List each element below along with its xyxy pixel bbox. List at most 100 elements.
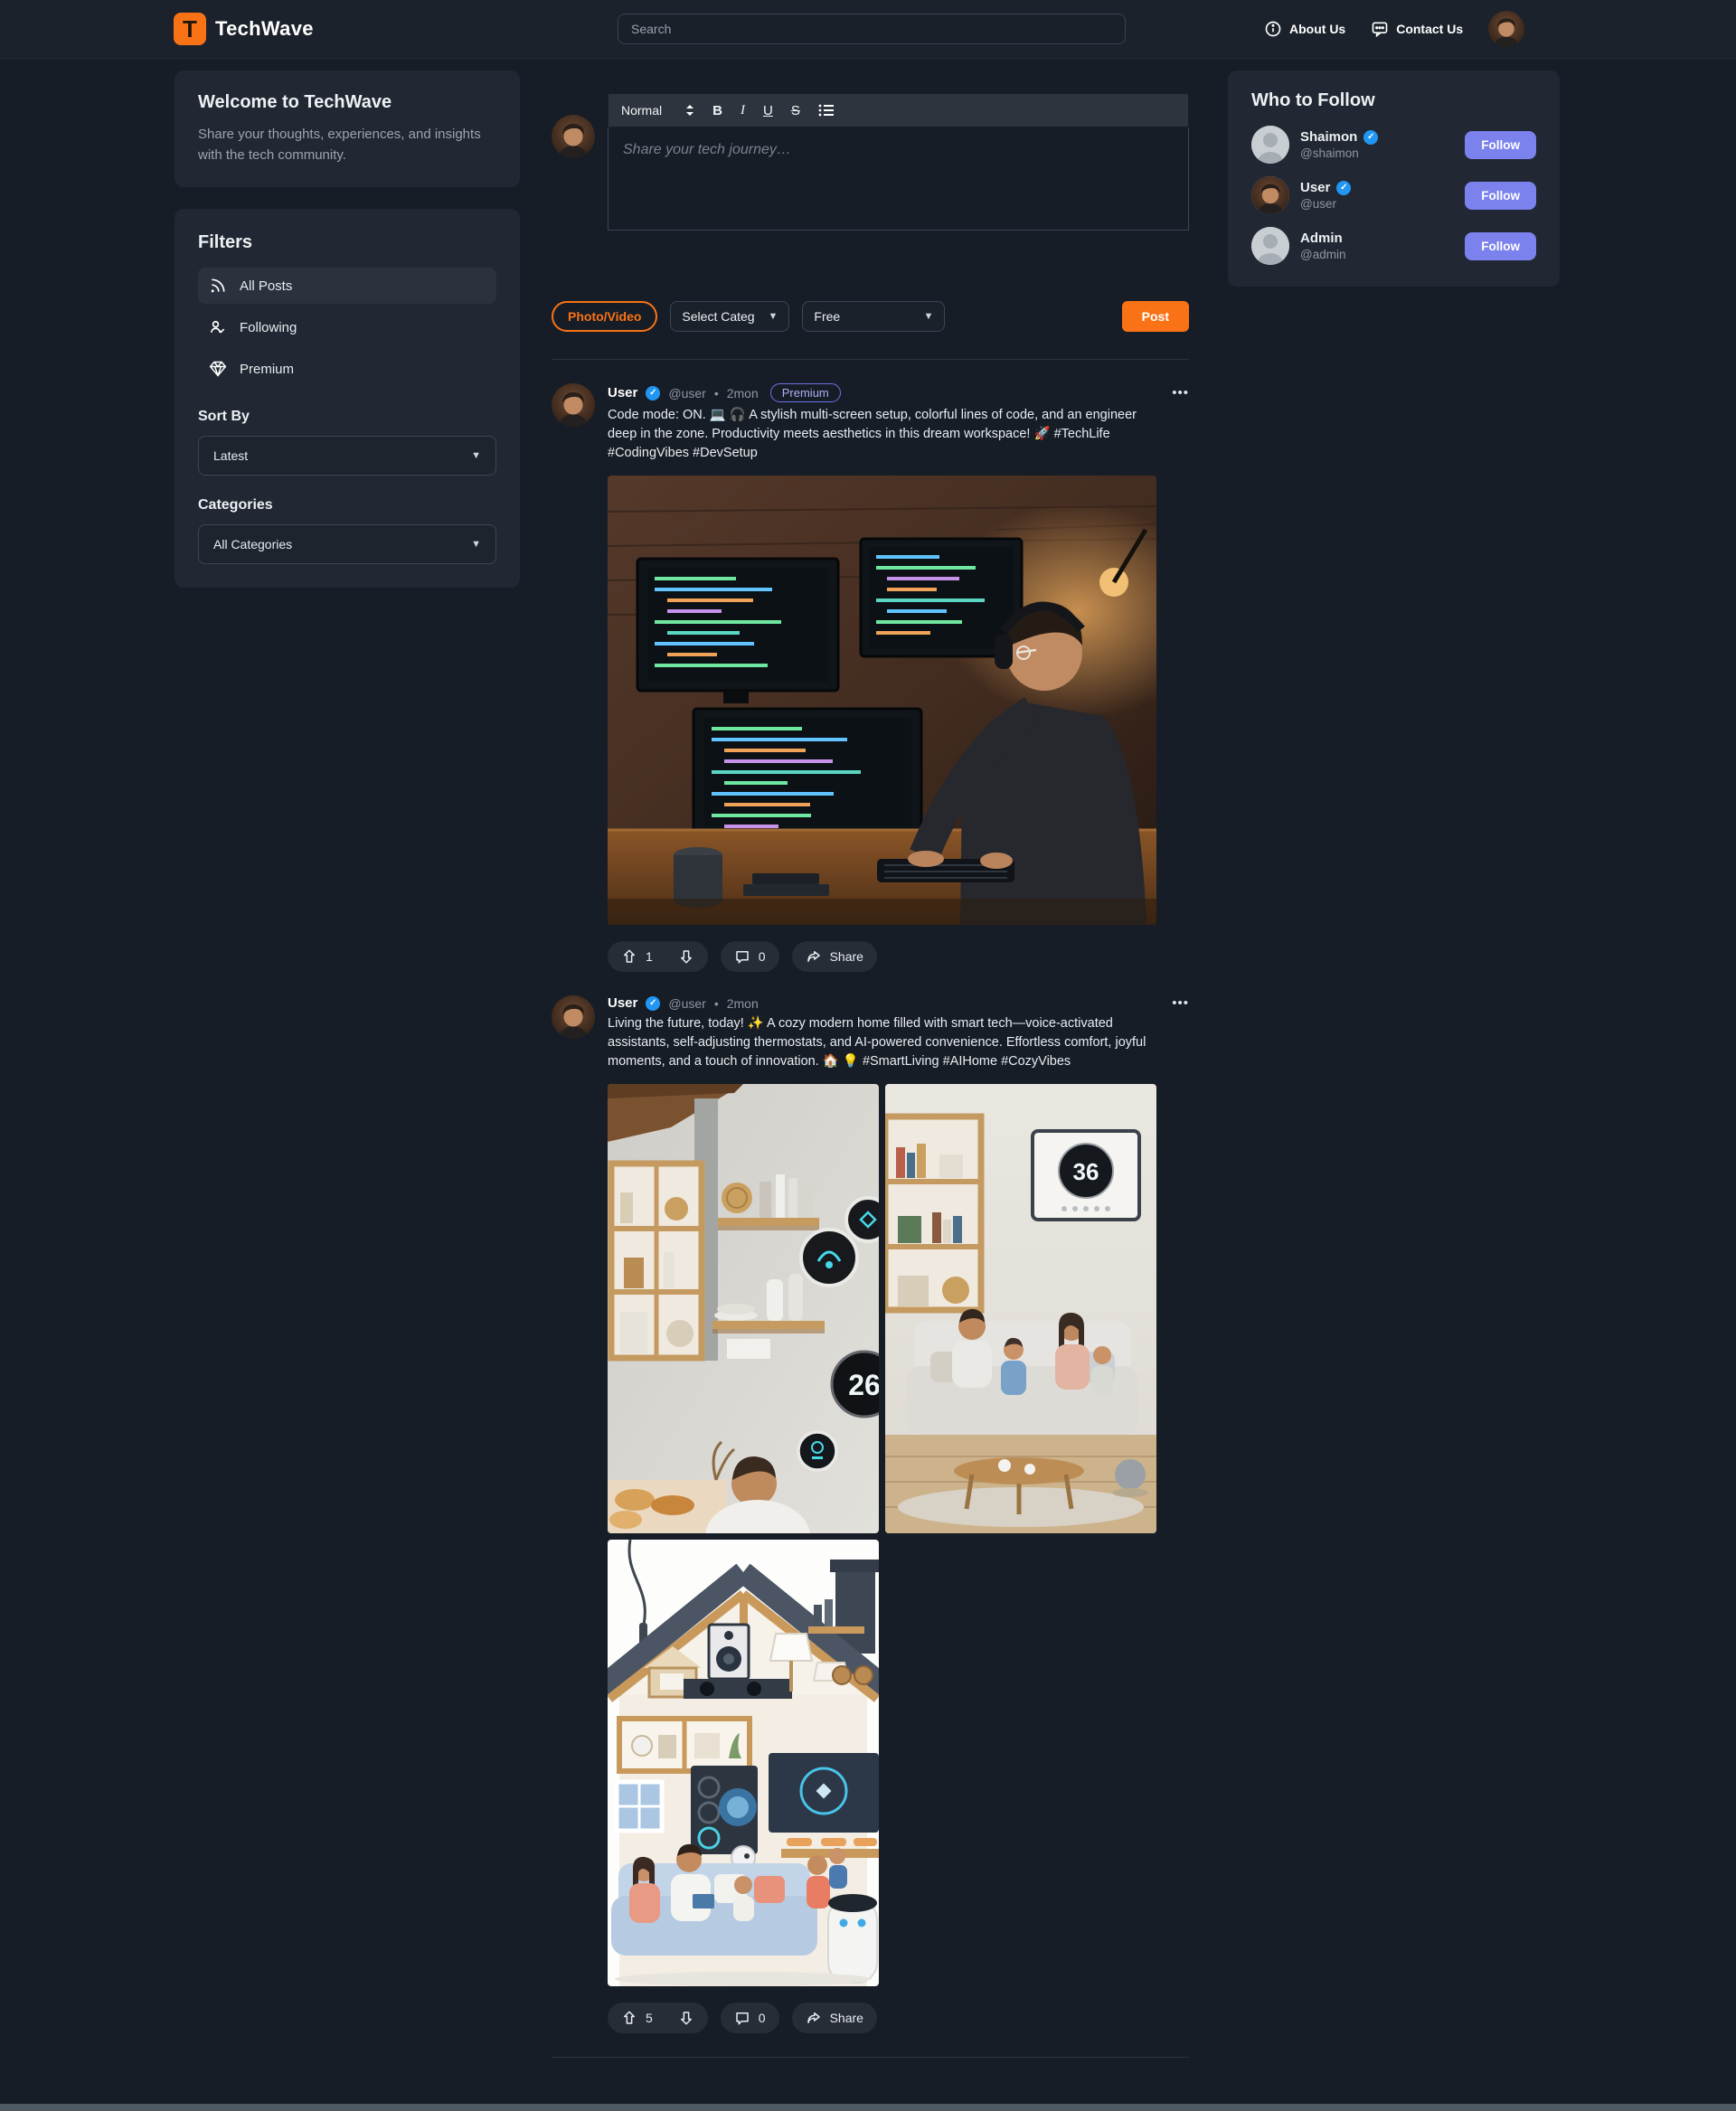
brand[interactable]: T TechWave xyxy=(174,13,314,45)
share-pill[interactable]: Share xyxy=(792,941,877,972)
filter-following-label: Following xyxy=(240,320,297,335)
suggested-user-handle: @admin xyxy=(1300,248,1454,261)
sort-by-heading: Sort By xyxy=(198,409,496,425)
who-to-follow-card: Who to Follow Shaimon ✓ @shaimon Follow xyxy=(1228,71,1560,287)
post-author-name[interactable]: User xyxy=(608,385,637,401)
search-bar xyxy=(618,14,1126,44)
post-author-handle: @user xyxy=(668,996,705,1011)
post-image-smart-house[interactable] xyxy=(608,1540,879,1986)
verified-badge-icon: ✓ xyxy=(646,996,660,1011)
post-menu-button[interactable]: ••• xyxy=(1172,385,1189,401)
dev-setup-illustration xyxy=(608,476,1156,925)
left-sidebar: Welcome to TechWave Share your thoughts,… xyxy=(175,71,520,588)
verified-badge-icon: ✓ xyxy=(1363,130,1378,145)
suggested-user-handle: @user xyxy=(1300,197,1454,211)
sort-by-select[interactable]: Latest ▼ xyxy=(198,436,496,476)
post-menu-button[interactable]: ••• xyxy=(1172,995,1189,1011)
comment-pill[interactable]: 0 xyxy=(721,941,779,972)
format-select[interactable]: Normal xyxy=(621,103,694,118)
suggested-user-name[interactable]: Shaimon xyxy=(1300,129,1357,145)
filter-premium[interactable]: Premium xyxy=(198,351,496,387)
contact-us-label: Contact Us xyxy=(1396,22,1463,36)
bottom-scroll-strip[interactable] xyxy=(0,2104,1736,2111)
post-image-smart-wall[interactable]: 26 xyxy=(608,1084,879,1533)
upvote-count: 5 xyxy=(646,2011,653,2025)
right-sidebar: Who to Follow Shaimon ✓ @shaimon Follow xyxy=(1228,71,1560,287)
follow-button[interactable]: Follow xyxy=(1465,131,1536,159)
post-image-family-room[interactable]: 36 xyxy=(885,1084,1156,1533)
comment-pill[interactable]: 0 xyxy=(721,2003,779,2033)
composer-avatar xyxy=(552,115,595,158)
categories-select[interactable]: All Categories ▼ xyxy=(198,524,496,564)
chevron-down-icon: ▼ xyxy=(471,539,481,550)
follow-button[interactable]: Follow xyxy=(1465,232,1536,260)
photo-video-button[interactable]: Photo/Video xyxy=(552,301,657,332)
about-us-link[interactable]: About Us xyxy=(1264,20,1345,38)
post-text: Living the future, today! ✨ A cozy moder… xyxy=(608,1014,1161,1071)
smart-wall-illustration: 26 xyxy=(608,1084,879,1533)
about-us-label: About Us xyxy=(1289,22,1345,36)
upvote-icon[interactable] xyxy=(621,948,637,965)
feed-divider xyxy=(552,2057,1189,2058)
editor-input-area[interactable]: Share your tech journey… xyxy=(608,127,1189,231)
follow-button[interactable]: Follow xyxy=(1465,182,1536,210)
post-timestamp: 2mon xyxy=(727,996,759,1011)
welcome-title: Welcome to TechWave xyxy=(198,92,496,113)
welcome-body: Share your thoughts, experiences, and in… xyxy=(198,125,496,165)
strikethrough-button[interactable]: S xyxy=(791,104,800,118)
profile-avatar[interactable] xyxy=(1488,11,1524,47)
post-card-2: User ✓ @user • 2mon ••• Living the futur… xyxy=(552,972,1189,2058)
meta-separator: • xyxy=(714,996,719,1011)
search-input[interactable] xyxy=(618,14,1126,44)
bullet-list-icon[interactable] xyxy=(818,103,835,118)
category-dropdown[interactable]: Select Categ ▼ xyxy=(670,301,789,332)
post-author-avatar[interactable] xyxy=(552,383,595,427)
suggested-user-name[interactable]: User xyxy=(1300,180,1330,195)
post-author-avatar[interactable] xyxy=(552,995,595,1039)
italic-button[interactable]: I xyxy=(741,104,745,118)
chat-icon xyxy=(1371,20,1389,38)
pricing-dropdown[interactable]: Free ▼ xyxy=(802,301,945,332)
techwave-logo-icon: T xyxy=(174,13,206,45)
upvote-icon[interactable] xyxy=(621,2010,637,2026)
techwave-app: T TechWave About Us Contact Us xyxy=(0,0,1736,2111)
smart-house-illustration xyxy=(608,1540,879,1986)
bold-button[interactable]: B xyxy=(712,104,722,118)
editor-placeholder: Share your tech journey… xyxy=(623,142,1174,158)
format-value: Normal xyxy=(621,103,662,118)
thermostat-value-night: 36 xyxy=(1073,1158,1099,1185)
verified-badge-icon: ✓ xyxy=(1336,181,1351,195)
post-button[interactable]: Post xyxy=(1122,301,1189,332)
share-icon xyxy=(806,948,822,965)
contact-us-link[interactable]: Contact Us xyxy=(1371,20,1463,38)
family-room-illustration: 36 xyxy=(885,1084,1156,1533)
verified-badge-icon: ✓ xyxy=(646,386,660,401)
updown-arrows-icon xyxy=(685,104,694,117)
gem-icon xyxy=(209,360,227,378)
comment-count: 0 xyxy=(759,949,766,964)
downvote-icon[interactable] xyxy=(678,2010,694,2026)
post-author-name[interactable]: User xyxy=(608,995,637,1011)
meta-separator: • xyxy=(714,386,719,401)
suggested-user-name[interactable]: Admin xyxy=(1300,231,1343,246)
who-to-follow-title: Who to Follow xyxy=(1251,90,1536,111)
suggested-user-handle: @shaimon xyxy=(1300,146,1454,160)
suggested-user-row: User ✓ @user Follow xyxy=(1251,176,1536,214)
post-timestamp: 2mon xyxy=(727,386,759,401)
share-icon xyxy=(806,2010,822,2026)
filter-all-posts[interactable]: All Posts xyxy=(198,268,496,304)
downvote-icon[interactable] xyxy=(678,948,694,965)
post-image-dev-setup[interactable] xyxy=(608,476,1156,925)
filter-following[interactable]: Following xyxy=(198,309,496,345)
share-pill[interactable]: Share xyxy=(792,2003,877,2033)
top-navbar: T TechWave About Us Contact Us xyxy=(0,0,1736,58)
pricing-dropdown-value: Free xyxy=(814,309,840,324)
post-media: 26 xyxy=(608,1084,1156,1986)
upvote-count: 1 xyxy=(646,949,653,964)
post-actions: 5 0 Share xyxy=(608,2003,1189,2033)
category-dropdown-value: Select Categ xyxy=(682,309,754,324)
underline-button[interactable]: U xyxy=(763,104,773,118)
editor-toolbar: Normal B I U S xyxy=(608,93,1189,127)
categories-heading: Categories xyxy=(198,497,496,514)
filter-premium-label: Premium xyxy=(240,362,294,377)
